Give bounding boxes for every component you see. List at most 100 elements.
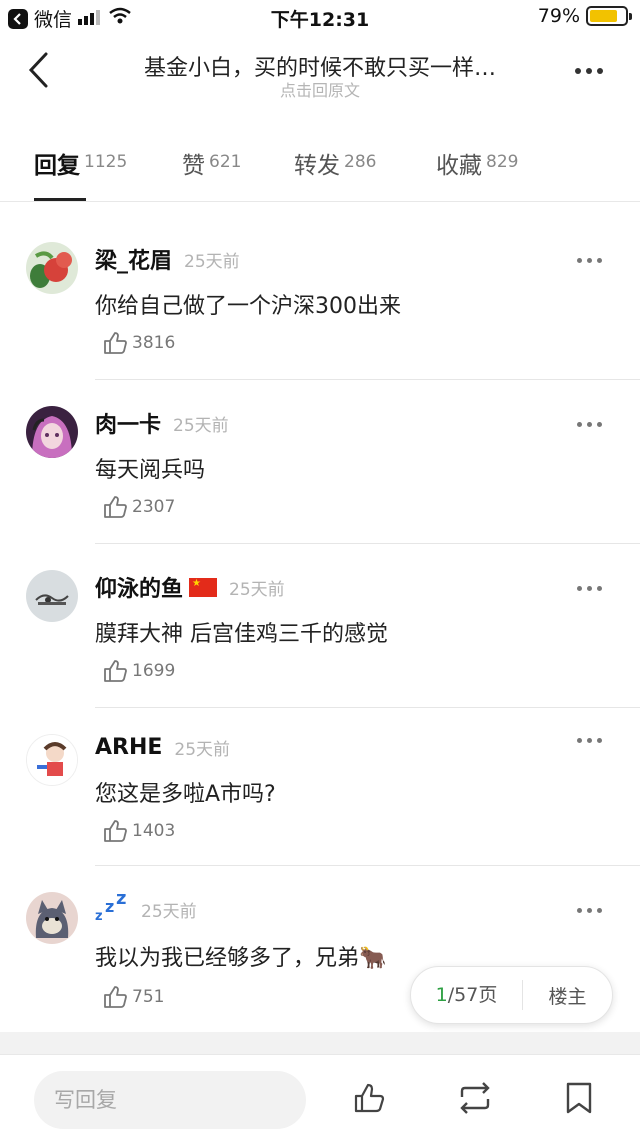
comment-time: 25天前	[229, 579, 285, 600]
comment-like-button[interactable]: 3816	[102, 330, 175, 356]
like-count: 3816	[132, 333, 176, 353]
comment-text: 膜拜大神 后宫佳鸡三千的感觉	[95, 622, 388, 647]
comment-like-button[interactable]: 1403	[102, 818, 175, 844]
back-to-original-link[interactable]: 点击回原文	[100, 77, 540, 101]
cat-avatar[interactable]	[26, 892, 78, 944]
title-bar: 基金小白，买的时候不敢只买一样… 点击回原文	[0, 36, 640, 106]
tab-count: 286	[344, 152, 377, 172]
anime-girl-avatar[interactable]	[26, 406, 78, 458]
more-dot-icon	[575, 68, 581, 74]
more-dot-icon	[577, 586, 582, 591]
comment-text: 您这是多啦A市吗?	[95, 782, 276, 807]
comment-like-button[interactable]: 2307	[102, 494, 175, 520]
thumbs-up-icon	[354, 1083, 385, 1113]
favorite-button[interactable]	[564, 1081, 598, 1115]
like-count: 2307	[132, 497, 176, 517]
reply-input[interactable]	[34, 1071, 306, 1129]
status-bar: 微信 下午12:31 79%	[0, 0, 640, 36]
flower-tomato-avatar[interactable]	[26, 242, 78, 294]
username-link[interactable]: ARHE	[95, 735, 162, 760]
comment-page: 微信 下午12:31 79% 基金小白，买的时候不敢只买一样… 点击回原文 回复…	[0, 0, 640, 1140]
more-dot-icon	[597, 68, 603, 74]
tab-count: 1125	[84, 152, 128, 172]
more-dot-icon	[597, 586, 602, 591]
more-dot-icon	[587, 258, 592, 263]
more-dot-icon	[587, 908, 592, 913]
thumbs-up-icon	[104, 820, 127, 842]
comment-header: ARHE 25天前	[95, 735, 230, 760]
username-link[interactable]: 梁_花眉	[95, 243, 172, 275]
tab-likes[interactable]: 赞 621	[182, 146, 241, 180]
tab-reposts[interactable]: 转发 286	[294, 146, 376, 180]
more-options-button[interactable]	[564, 58, 614, 84]
more-dot-icon	[597, 738, 602, 743]
more-dot-icon	[587, 422, 592, 427]
more-dot-icon	[586, 68, 592, 74]
comment-more-button[interactable]	[577, 586, 602, 591]
tab-favorites[interactable]: 收藏 829	[436, 146, 518, 180]
username-link[interactable]: 仰泳的鱼	[95, 571, 183, 603]
battery-icon	[586, 6, 632, 26]
comment-time: 25天前	[173, 415, 229, 436]
like-post-button[interactable]	[352, 1081, 386, 1115]
comment-more-button[interactable]	[577, 738, 602, 743]
battery-fill	[590, 10, 617, 22]
tab-label: 收藏	[436, 153, 482, 179]
username-sleep-icon[interactable]: z z z	[95, 888, 129, 928]
repost-button[interactable]	[456, 1081, 490, 1115]
username-link[interactable]: 肉一卡	[95, 407, 161, 439]
more-dot-icon	[597, 258, 602, 263]
more-dot-icon	[597, 908, 602, 913]
comment-text: 每天阅兵吗	[95, 458, 206, 483]
battery-cap	[629, 13, 632, 20]
op-only-button[interactable]: 楼主	[523, 982, 612, 1009]
active-tab-indicator	[34, 198, 86, 201]
section-separator	[0, 1032, 640, 1054]
bottom-action-bar	[0, 1054, 640, 1140]
thumbs-up-icon	[104, 496, 127, 518]
tab-label: 赞	[182, 153, 205, 179]
comment-header: 肉一卡 25天前	[95, 407, 229, 439]
comment-item: 仰泳的鱼 ★ 25天前 膜拜大神 后宫佳鸡三千的感觉 1699	[0, 568, 640, 708]
status-right: 79%	[537, 5, 632, 27]
comment-text: 我以为我已经够多了，兄弟🐂	[95, 946, 387, 971]
page-indicator-button[interactable]: 1/57页	[411, 980, 523, 1010]
back-button[interactable]	[18, 48, 58, 92]
more-dot-icon	[587, 738, 592, 743]
more-dot-icon	[577, 258, 582, 263]
comment-more-button[interactable]	[577, 422, 602, 427]
comment-item: 肉一卡 25天前 每天阅兵吗 2307	[0, 404, 640, 544]
chevron-left-icon	[28, 52, 48, 88]
like-count: 1699	[132, 661, 176, 681]
svg-text:z: z	[116, 890, 126, 909]
more-dot-icon	[577, 908, 582, 913]
battery-percent: 79%	[537, 5, 580, 27]
like-count: 1403	[132, 821, 176, 841]
svg-text:z: z	[95, 909, 103, 922]
tab-replies[interactable]: 回复 1125	[34, 146, 127, 180]
tab-bar: 回复 1125 赞 621 转发 286 收藏 829	[0, 130, 640, 202]
comment-time: 25天前	[184, 251, 240, 272]
comment-divider	[95, 865, 640, 866]
more-dot-icon	[577, 738, 582, 743]
comment-more-button[interactable]	[577, 258, 602, 263]
cartoon-avatar[interactable]	[26, 734, 78, 786]
more-dot-icon	[597, 422, 602, 427]
comment-divider	[95, 707, 640, 708]
bookmark-icon	[566, 1082, 592, 1114]
comment-header: 梁_花眉 25天前	[95, 243, 240, 275]
comment-more-button[interactable]	[577, 908, 602, 913]
zzz-icon: z z z	[95, 888, 126, 924]
comment-divider	[95, 543, 640, 544]
repost-icon	[460, 1082, 490, 1114]
more-dot-icon	[587, 586, 592, 591]
comment-text: 你给自己做了一个沪深300出来	[95, 294, 401, 319]
like-count: 751	[132, 987, 165, 1007]
thumbs-up-icon	[104, 660, 127, 682]
comment-like-button[interactable]: 751	[102, 984, 164, 1010]
comment-like-button[interactable]: 1699	[102, 658, 175, 684]
comment-item: ARHE 25天前 您这是多啦A市吗? 1403	[0, 732, 640, 866]
comment-divider	[95, 379, 640, 380]
comment-time: 25天前	[141, 901, 197, 922]
sketch-avatar[interactable]	[26, 570, 78, 622]
